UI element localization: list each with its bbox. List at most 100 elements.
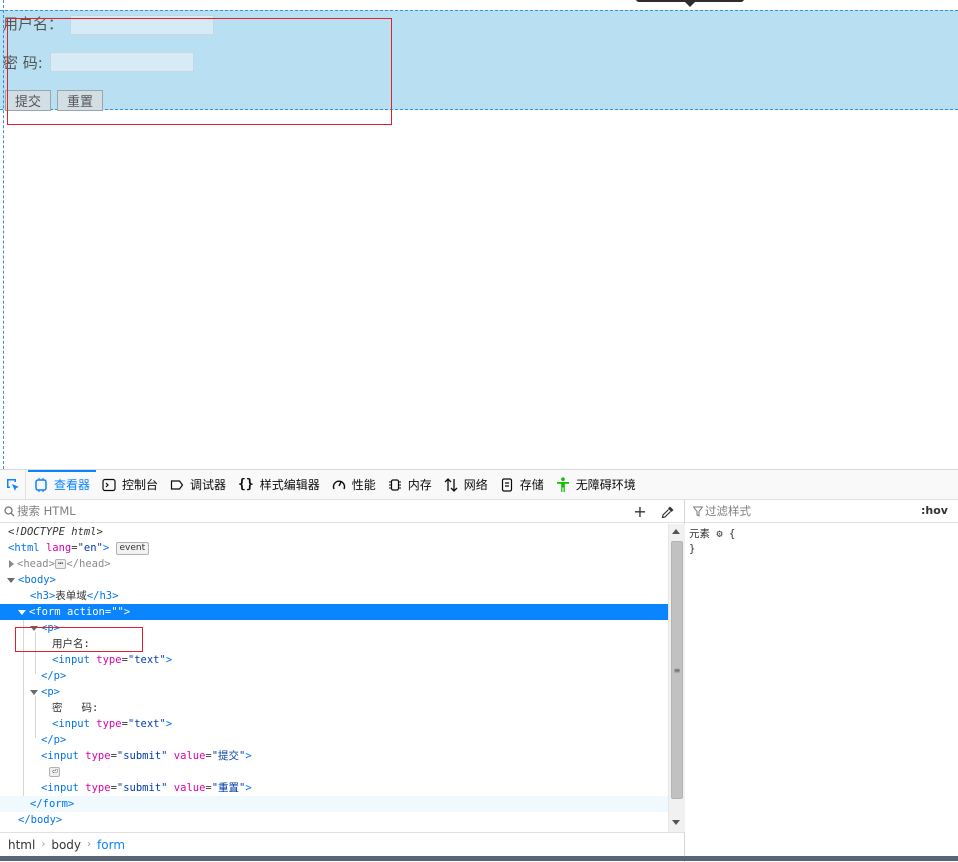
element-picker-button[interactable] xyxy=(0,469,26,500)
tree-node-h3[interactable]: <h3>表单域</h3> xyxy=(0,588,668,604)
html-search-input[interactable] xyxy=(15,501,615,521)
annotation-box-form xyxy=(7,18,392,125)
rules-panel: :hov 元素 ⚙ { } xyxy=(685,500,958,862)
tag-text: <body> xyxy=(18,574,56,586)
tab-console[interactable]: 控制台 xyxy=(96,470,164,500)
rule-open-brace: { xyxy=(728,528,736,540)
debugger-icon xyxy=(170,479,184,490)
tag-text: > xyxy=(245,750,252,762)
tab-network[interactable]: 网络 xyxy=(438,470,494,500)
attr-value: "text" xyxy=(127,718,166,730)
attr-value: "重置" xyxy=(211,782,246,794)
tree-node-input[interactable]: <input type="text"> xyxy=(0,652,668,668)
tree-node-doctype[interactable]: <!DOCTYPE html> xyxy=(0,524,668,540)
storage-icon xyxy=(501,477,512,492)
breadcrumb: html › body › form xyxy=(0,832,684,856)
braces-icon: {} xyxy=(238,477,254,492)
tree-node-p-close[interactable]: </p> xyxy=(0,732,668,748)
console-icon xyxy=(102,478,116,491)
markup-panel: + <!DOCTYPE html> <html lang="en"> event… xyxy=(0,500,685,862)
tab-inspector[interactable]: 查看器 xyxy=(28,470,96,500)
tag-text: </form> xyxy=(30,798,75,810)
tree-node-input-submit[interactable]: <input type="submit" value="提交"> xyxy=(0,748,668,764)
event-badge[interactable]: event xyxy=(115,541,150,555)
tag-text: <h3> xyxy=(30,590,56,602)
scrollbar-thumb[interactable]: ≡ xyxy=(671,541,683,799)
tag-text: </h3> xyxy=(86,590,119,602)
styles-filter-bar: :hov xyxy=(685,500,958,523)
tab-accessibility[interactable]: 无障碍环境 xyxy=(550,470,642,500)
devtools-panel: 查看器 控制台 调试器 {} 样式编辑器 性能 内存 网络 存储 无障碍环境 搜… xyxy=(0,469,958,862)
breadcrumb-body[interactable]: body xyxy=(47,838,85,852)
tab-label: 无障碍环境 xyxy=(575,478,636,492)
attr-value: "en" xyxy=(77,542,103,554)
tree-node-form-selected[interactable]: <form action=""> xyxy=(0,604,668,620)
page-viewport: 用户名： 密 码: 提交 重置 xyxy=(0,0,958,469)
tree-node-input-reset[interactable]: <input type="submit" value="重置"> xyxy=(0,780,668,796)
doctype-text: <!DOCTYPE html> xyxy=(8,526,103,538)
tab-label: 调试器 xyxy=(190,478,227,492)
hov-toggle[interactable]: :hov xyxy=(921,504,948,517)
tab-memory[interactable]: 内存 xyxy=(382,470,438,500)
scroll-up-arrow-icon[interactable] xyxy=(672,529,680,534)
markup-scrollbar[interactable]: ≡ xyxy=(668,524,685,832)
tree-node-input[interactable]: <input type="text"> xyxy=(0,716,668,732)
annotation-box-form-node xyxy=(15,627,143,652)
rule-selector: 元素 xyxy=(689,528,710,540)
tree-node-html[interactable]: <html lang="en"> event xyxy=(0,540,668,556)
search-icon xyxy=(4,505,15,517)
add-node-button[interactable]: + xyxy=(627,500,653,523)
tag-text: </head> xyxy=(66,558,111,570)
tab-debugger[interactable]: 调试器 xyxy=(164,470,232,500)
attr-name: lang xyxy=(45,542,72,554)
picker-icon xyxy=(6,478,19,491)
gear-icon[interactable]: ⚙ xyxy=(716,528,722,540)
tag-text: > xyxy=(245,782,252,794)
eyedropper-button[interactable] xyxy=(655,500,681,523)
tree-node-form-close[interactable]: </form> xyxy=(0,796,668,812)
tree-node-p[interactable]: <p> xyxy=(0,684,668,700)
styles-filter-input[interactable] xyxy=(703,504,903,518)
tag-text: > xyxy=(102,542,110,554)
attr-value: "submit" xyxy=(116,782,168,794)
tab-label: 性能 xyxy=(351,478,376,492)
markup-tree: <!DOCTYPE html> <html lang="en"> event <… xyxy=(0,524,668,832)
tab-label: 查看器 xyxy=(54,478,91,492)
inspector-icon xyxy=(35,477,47,492)
tag-text: <p> xyxy=(41,686,60,698)
attr-value: "text" xyxy=(127,654,166,666)
tag-text: > xyxy=(165,654,173,666)
text-node: 密 码: xyxy=(52,702,99,714)
attr-value: "" xyxy=(111,606,124,618)
attr-name: type xyxy=(96,718,122,730)
collapse-arrow-icon[interactable] xyxy=(18,609,26,615)
attr-name: value xyxy=(173,782,206,794)
text-node: 表单域 xyxy=(55,590,87,602)
tab-style-editor[interactable]: {} 样式编辑器 xyxy=(232,470,326,500)
expand-arrow-icon[interactable] xyxy=(9,560,14,568)
breadcrumb-html[interactable]: html xyxy=(4,838,39,852)
tag-text: <input xyxy=(41,782,79,794)
tag-text: <form xyxy=(29,606,61,618)
network-arrows-icon xyxy=(444,477,458,492)
tree-node-whitespace[interactable]: ⏎ xyxy=(0,764,668,780)
tab-storage[interactable]: 存储 xyxy=(494,470,550,500)
tag-text: > xyxy=(165,718,173,730)
scroll-down-arrow-icon[interactable] xyxy=(672,820,680,825)
attr-name: value xyxy=(173,750,206,762)
tree-node-body[interactable]: <body> xyxy=(0,572,668,588)
tree-node-head[interactable]: <head> ⋯ </head> xyxy=(0,556,668,572)
tree-node-p-close[interactable]: </p> xyxy=(0,668,668,684)
tab-label: 控制台 xyxy=(122,478,159,492)
breadcrumb-form[interactable]: form xyxy=(93,838,129,852)
collapse-arrow-icon[interactable] xyxy=(7,577,15,583)
tree-node-body-close[interactable]: </body> xyxy=(0,812,668,828)
tab-performance[interactable]: 性能 xyxy=(326,470,382,500)
chevron-right-icon: › xyxy=(41,839,46,850)
collapsed-ellipsis[interactable]: ⋯ xyxy=(54,559,67,569)
tree-node-text[interactable]: 密 码: xyxy=(0,700,668,716)
tab-label: 内存 xyxy=(407,478,432,492)
tab-label: 样式编辑器 xyxy=(259,478,320,492)
collapse-arrow-icon[interactable] xyxy=(30,689,38,695)
whitespace-badge[interactable]: ⏎ xyxy=(49,767,61,777)
